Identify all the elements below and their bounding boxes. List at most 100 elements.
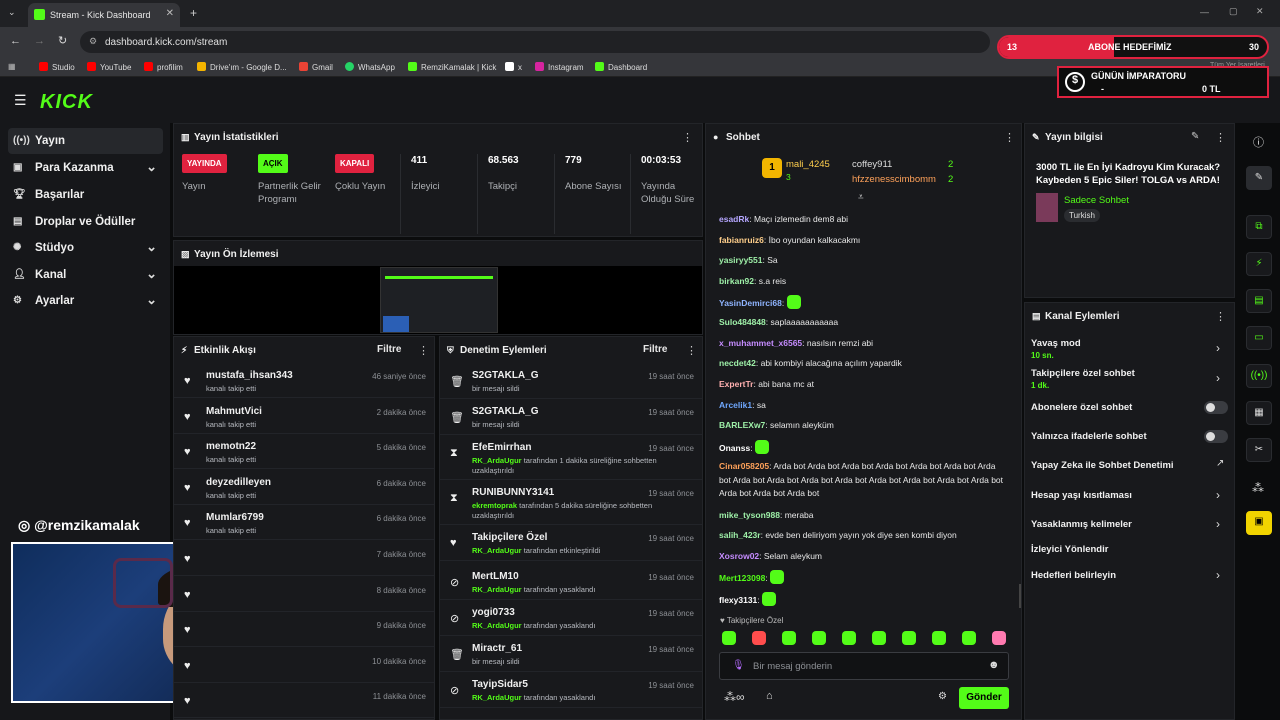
chat-message[interactable]: birkan92: s.a reis [719,275,1009,289]
chat-username[interactable]: ExpertTr [719,379,754,389]
bookmark-studio[interactable]: Studio [39,62,75,72]
rail-broadcast-button[interactable]: ((•)) [1246,364,1272,388]
bookmark-drive[interactable]: Drive'ım - Google D... [197,62,287,72]
chat-message[interactable]: YasinDemirci68: [719,295,1009,311]
list-item[interactable]: ♥ memotn22 kanalı takip etti 5 dakika önce [174,435,434,470]
window-close-icon[interactable]: ✕ [1256,6,1264,17]
activity-filter-button[interactable]: Filtre [377,344,401,355]
chat-settings-icon[interactable]: ⚙ [938,691,947,702]
sidebar-item-studyo[interactable]: ✺ Stüdyo ⌄ [8,235,163,261]
chevron-right-icon[interactable]: › [1216,341,1220,355]
emote-icon[interactable] [872,631,886,645]
channel-action-item[interactable]: Abonelere özel sohbet [1031,402,1132,413]
moderation-item[interactable]: 🗑︎ S2GTAKLA_G bir mesajı sildi 19 saat önce [440,400,702,435]
chat-username[interactable]: Sulo484848 [719,317,766,327]
emoji-icon[interactable]: ☻ [988,659,1000,671]
more-options-icon[interactable]: ⋮ [1004,131,1015,144]
sidebar-item-para-kazanma[interactable]: ▣ Para Kazanma ⌄ [8,155,163,181]
back-icon[interactable]: ← [10,35,21,47]
moderation-item[interactable]: 🗑︎ Miractr_61 bir mesajı sildi 19 saat önce [440,637,702,672]
channel-action-item[interactable]: Takipçilere özel sohbet 1 dk. [1031,368,1135,390]
chat-message[interactable]: Mert123098: [719,570,1009,586]
category-link[interactable]: Sadece Sohbet [1064,195,1129,206]
tab-search-icon[interactable]: ⌄ [8,7,16,18]
external-link-icon[interactable]: ↗ [1216,458,1224,469]
chat-username[interactable]: Mert123098 [719,573,765,583]
info-icon[interactable]: ⓘ [1253,134,1264,150]
rail-points-icon[interactable]: ⁂ [1252,481,1264,495]
list-item[interactable]: ♥ Mumlar6799 kanalı takip etti 6 dakika önc… [174,506,434,541]
kick-logo[interactable]: KICK [40,91,93,114]
channel-action-item[interactable]: Hedefleri belirleyin [1031,570,1116,581]
chat-message[interactable]: yasiryy551: Sa [719,254,1009,268]
channel-action-item[interactable]: İzleyici Yönlendir [1031,544,1108,555]
top-gifter-2[interactable]: coffey911 [852,159,892,170]
toggle-switch[interactable] [1204,430,1228,443]
moderation-item[interactable]: 🗑︎ S2GTAKLA_G bir mesajı sildi 19 saat önce [440,364,702,399]
chat-message[interactable]: Sulo484848: saplaaaaaaaaaaa [719,316,1009,330]
moderator-name[interactable]: RK_ArdaUgur [472,693,522,702]
chat-username[interactable]: birkan92 [719,276,754,286]
emote-icon[interactable] [812,631,826,645]
emote-icon[interactable] [722,631,736,645]
chat-message[interactable]: BARLEXw7: selamın aleyküm [719,419,1009,433]
rail-layout-button[interactable]: ▦ [1246,401,1272,425]
channel-action-item[interactable]: Yasaklanmış kelimeler [1031,519,1132,530]
emote-icon[interactable] [962,631,976,645]
bookmark-kick[interactable]: RemziKamalak | Kick [408,62,496,72]
chevron-right-icon[interactable]: › [1216,371,1220,385]
new-tab-icon[interactable]: + [190,6,197,20]
more-options-icon[interactable]: ⋮ [686,344,697,357]
sidebar-item-droplar[interactable]: ▤ Droplar ve Ödüller [8,209,163,235]
chat-input[interactable]: 🎙︎ Bir mesaj gönderin ☻ [719,652,1009,680]
url-field[interactable]: ⚙ dashboard.kick.com/stream [80,31,990,53]
moderator-name[interactable]: ekremtoprak [472,501,517,510]
site-info-icon[interactable]: ⚙ [89,36,97,47]
moderation-item[interactable]: ⊘ TayipSidar5 RK_ArdaUgur tarafından yasak… [440,673,702,708]
rail-bolt-button[interactable]: ⚡︎ [1246,252,1272,276]
chat-message[interactable]: ExpertTr: abi bana mc at [719,378,1009,392]
moderation-item[interactable]: ⊘ MertLM10 RK_ArdaUgur tarafından yasaklan… [440,565,702,600]
send-button[interactable]: Gönder [959,687,1009,709]
more-options-icon[interactable]: ⋮ [682,131,693,144]
emote-icon[interactable] [992,631,1006,645]
bookmark-whatsapp[interactable]: WhatsApp [345,62,395,72]
moderator-name[interactable]: RK_ArdaUgur [472,456,522,465]
rail-chat-button[interactable]: ▭ [1246,326,1272,350]
moderation-filter-button[interactable]: Filtre [643,344,667,355]
list-item[interactable]: ♥ 7 dakika önce [174,542,434,576]
chat-message[interactable]: Xosrow02: Selam aleykum [719,550,1009,564]
moderation-item[interactable]: ⧗ RUNIBUNNY3141 ekremtoprak tarafından 5 d… [440,481,702,525]
apps-icon[interactable]: ▦ [8,62,16,71]
bookmark-gmail[interactable]: Gmail [299,62,333,72]
language-tag[interactable]: Turkish [1064,209,1100,222]
chat-username[interactable]: BARLEXw7 [719,420,765,430]
chat-message[interactable]: esadRk: Maçı izlemedin dem8 abi [719,213,1009,227]
more-options-icon[interactable]: ⋮ [418,344,429,357]
maximize-icon[interactable]: ▢ [1229,6,1238,17]
channel-action-item[interactable]: Yapay Zeka ile Sohbet Denetimi [1031,460,1174,471]
chat-username[interactable]: Arcelik1 [719,400,752,410]
sidebar-item-kanal[interactable]: 👤︎ Kanal ⌄ [8,262,163,288]
channel-action-item[interactable]: Yalnızca ifadelerle sohbet [1031,431,1147,442]
bookmark-instagram[interactable]: Instagram [535,62,584,72]
moderation-item[interactable]: ⊘ yogi0733 RK_ArdaUgur tarafından yasaklan… [440,601,702,636]
chevron-right-icon[interactable]: › [1216,517,1220,531]
chat-username[interactable]: esadRk [719,214,749,224]
chat-username[interactable]: x_muhammet_x6565 [719,338,802,348]
list-item[interactable]: ♥ MahmutVici kanalı takip etti 2 dakika önc… [174,400,434,434]
more-options-icon[interactable]: ⋮ [1215,310,1226,323]
moderator-name[interactable]: RK_ArdaUgur [472,621,522,630]
chat-username[interactable]: flexy3131 [719,595,757,605]
top-gifter-1[interactable]: mali_4245 [786,159,830,170]
chat-username[interactable]: Cinar058205 [719,461,769,471]
bookmark-profilim[interactable]: profilim [144,62,183,72]
chevron-right-icon[interactable]: › [1216,488,1220,502]
bookmark-x[interactable]: x [505,62,522,72]
rail-highlight-button[interactable]: ▣ [1246,511,1272,535]
chat-username[interactable]: YasinDemirci68 [719,298,782,308]
chat-message[interactable]: Onanss: [719,440,1009,456]
chat-username[interactable]: yasiryy551 [719,255,763,265]
chat-message[interactable]: necdet42: abi kombiyi alacağına açılım y… [719,357,1009,371]
rail-clip-button[interactable]: ⧉ [1246,215,1272,239]
